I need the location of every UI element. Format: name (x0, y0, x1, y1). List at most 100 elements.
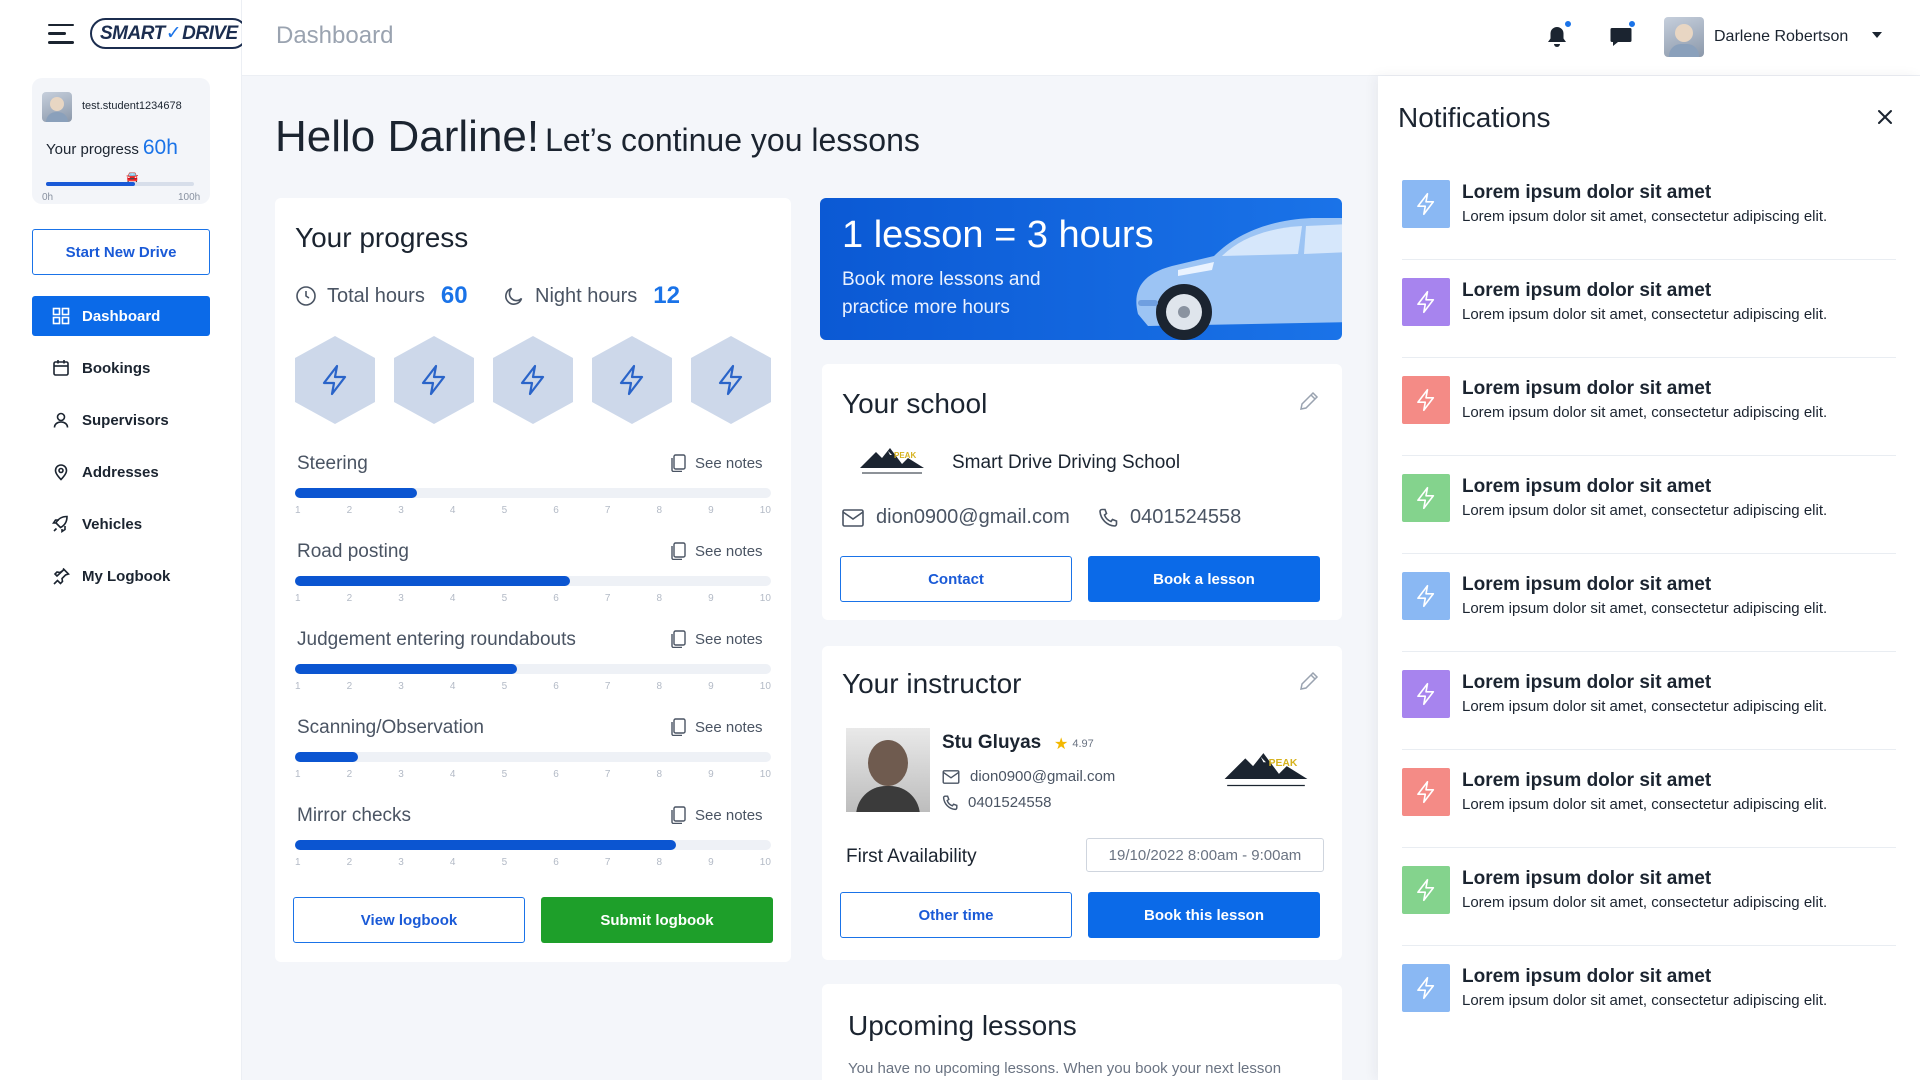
notification-item[interactable]: Lorem ipsum dolor sit amet Lorem ipsum d… (1402, 750, 1896, 848)
school-phone: 0401524558 (1098, 506, 1241, 529)
notification-body: Lorem ipsum dolor sit amet, consectetur … (1462, 306, 1828, 323)
rocket-icon (52, 515, 68, 533)
book-this-lesson-button[interactable]: Book this lesson (1088, 892, 1320, 938)
notification-body: Lorem ipsum dolor sit amet, consectetur … (1462, 404, 1828, 421)
sidebar-item-bookings[interactable]: Bookings (32, 348, 210, 388)
notification-body: Lorem ipsum dolor sit amet, consectetur … (1462, 992, 1828, 1009)
sidebar-item-dashboard[interactable]: Dashboard (32, 296, 210, 336)
instructor-rating: ★ 4.97 (1054, 734, 1094, 754)
see-notes-link[interactable]: See notes (671, 542, 763, 560)
sidebar-item-vehicles[interactable]: Vehicles (32, 504, 210, 544)
notification-item[interactable]: Lorem ipsum dolor sit amet Lorem ipsum d… (1402, 358, 1896, 456)
see-notes-link[interactable]: See notes (671, 630, 763, 648)
achievement-badge (295, 336, 375, 424)
notification-body: Lorem ipsum dolor sit amet, consectetur … (1462, 894, 1828, 911)
skill-label: Scanning/Observation (297, 717, 484, 738)
smart-drive-logo[interactable]: SMART ✓ DRIVE (90, 18, 248, 49)
first-availability-field[interactable]: 19/10/2022 8:00am - 9:00am (1086, 838, 1324, 872)
sidebar-item-label: Vehicles (82, 515, 143, 533)
scale-tick: 9 (708, 593, 714, 604)
edit-pencil-icon[interactable] (1298, 670, 1320, 692)
see-notes-link[interactable]: See notes (671, 454, 763, 472)
sidebar-item-supervisors[interactable]: Supervisors (32, 400, 210, 440)
scale-tick: 9 (708, 857, 714, 868)
scale-tick: 5 (501, 857, 508, 868)
notification-item[interactable]: Lorem ipsum dolor sit amet Lorem ipsum d… (1402, 554, 1896, 652)
promo-title: 1 lesson = 3 hours (842, 214, 1154, 256)
notification-item[interactable]: Lorem ipsum dolor sit amet Lorem ipsum d… (1402, 652, 1896, 750)
scale-tick: 7 (604, 769, 611, 780)
book-a-lesson-button[interactable]: Book a lesson (1088, 556, 1320, 602)
scale-tick: 7 (604, 681, 611, 692)
close-icon[interactable] (1874, 106, 1896, 128)
skill-label: Road posting (297, 541, 409, 562)
user-avatar[interactable] (1664, 17, 1704, 57)
other-time-button[interactable]: Other time (840, 892, 1072, 938)
see-notes-label: See notes (695, 806, 763, 824)
moon-icon (505, 287, 523, 305)
scale-tick: 1 (295, 769, 301, 780)
notes-icon (671, 454, 686, 472)
notification-item[interactable]: Lorem ipsum dolor sit amet Lorem ipsum d… (1402, 260, 1896, 358)
skill-progress-bar (295, 576, 771, 586)
progress-max: 100h (178, 192, 201, 203)
school-phone-text: 0401524558 (1130, 506, 1242, 528)
contact-button[interactable]: Contact (840, 556, 1072, 602)
skill-scale: 1 2 3 4 5 6 7 8 9 10 (295, 593, 771, 604)
submit-logbook-button[interactable]: Submit logbook (541, 897, 773, 943)
lightning-icon (1417, 486, 1435, 510)
instructor-phone: 0401524558 (942, 794, 1051, 811)
lightning-icon (322, 364, 347, 396)
view-logbook-button[interactable]: View logbook (293, 897, 525, 943)
scale-tick: 3 (398, 681, 404, 692)
lightning-icon (1417, 976, 1435, 1000)
school-email: dion0900@gmail.com (842, 506, 1070, 529)
notification-item[interactable]: Lorem ipsum dolor sit amet Lorem ipsum d… (1402, 848, 1896, 946)
greeting: Hello Darline! Let’s continue you lessons (275, 112, 920, 162)
sidebar-item-addresses[interactable]: Addresses (32, 452, 210, 492)
scale-tick: 5 (501, 769, 508, 780)
skill-scale: 1 2 3 4 5 6 7 8 9 10 (295, 857, 771, 868)
scale-tick: 9 (708, 769, 714, 780)
notes-icon (671, 630, 686, 648)
notification-body: Lorem ipsum dolor sit amet, consectetur … (1462, 698, 1828, 715)
notification-dot (1564, 20, 1572, 28)
progress-fill (46, 182, 135, 186)
sidebar-item-my-logbook[interactable]: My Logbook (32, 556, 210, 596)
scale-tick: 6 (553, 681, 559, 692)
progress-track (46, 182, 194, 186)
user-name[interactable]: Darlene Robertson (1714, 28, 1848, 46)
peak-school-logo: PEAK (860, 448, 924, 474)
scale-tick: 6 (553, 505, 559, 516)
upcoming-lessons-text: You have no upcoming lessons. When you b… (848, 1060, 1282, 1077)
calendar-icon (53, 360, 69, 376)
notes-icon (671, 718, 686, 736)
scale-tick: 4 (449, 681, 456, 692)
notification-item[interactable]: Lorem ipsum dolor sit amet Lorem ipsum d… (1402, 946, 1896, 1044)
see-notes-link[interactable]: See notes (671, 718, 763, 736)
see-notes-link[interactable]: See notes (671, 806, 763, 824)
car-icon: 🚘 (126, 172, 139, 183)
progress-card: Your progress Total hours 60 Night hours 1… (275, 198, 791, 962)
hamburger-menu-icon[interactable] (48, 23, 74, 44)
phone-icon (1099, 508, 1118, 527)
notification-body: Lorem ipsum dolor sit amet, consectetur … (1462, 796, 1828, 813)
promo-banner[interactable]: 1 lesson = 3 hours Book more lessons and… (820, 198, 1342, 340)
skill-progress-bar (295, 840, 771, 850)
notification-item[interactable]: Lorem ipsum dolor sit amet Lorem ipsum d… (1402, 162, 1896, 260)
notes-icon (671, 806, 686, 824)
notification-item[interactable]: Lorem ipsum dolor sit amet Lorem ipsum d… (1402, 456, 1896, 554)
edit-pencil-icon[interactable] (1298, 390, 1320, 412)
progress-min: 0h (42, 192, 54, 203)
start-new-drive-button[interactable]: Start New Drive (32, 229, 210, 275)
user-menu-chevron-down-icon[interactable] (1872, 32, 1882, 38)
skill-label: Steering (297, 453, 368, 474)
message-dot (1628, 20, 1636, 28)
see-notes-label: See notes (695, 542, 763, 560)
night-hours-stat: Night hours 12 (503, 282, 680, 310)
total-hours-value: 60 (440, 282, 468, 309)
progress-card-title: Your progress (295, 222, 469, 253)
messages-button[interactable] (1606, 20, 1636, 52)
skill-scale: 1 2 3 4 5 6 7 8 9 10 (295, 769, 771, 780)
notifications-button[interactable] (1542, 20, 1572, 52)
